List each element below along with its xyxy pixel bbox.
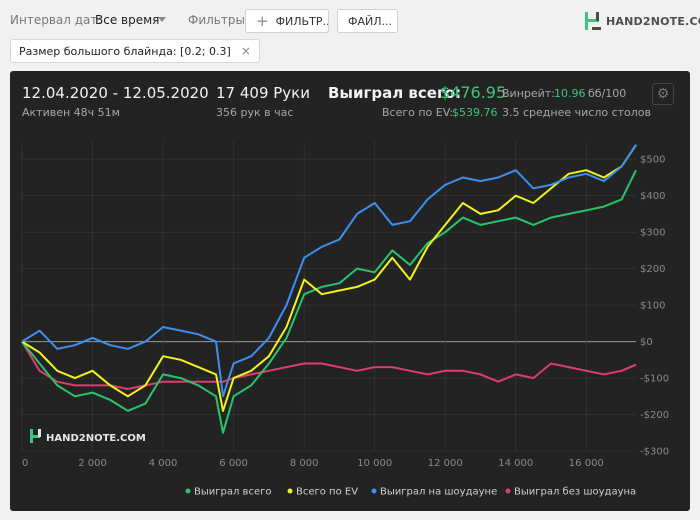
files-button-label: ФАЙЛ... [348,14,392,28]
x-tick-label: 4 000 [149,458,178,469]
y-tick-label: -$200 [640,410,669,421]
date-interval-select[interactable]: Все время [95,13,159,27]
ev-total-value: $539.76 [452,106,498,119]
chart-watermark: HAND2NOTE.COM [30,429,146,444]
chart-grid [21,141,636,452]
y-tick-label: $200 [640,264,665,275]
chevron-down-icon[interactable] [158,17,166,22]
hands-count: 17 409 Руки [216,84,310,102]
winrate-unit: бб/100 [588,87,627,100]
legend-marker-3 [505,488,511,494]
series-line-1 [21,144,637,412]
average-tables: 3.5 среднее число столов [502,106,651,119]
x-axis-ticks: 0 2 000 4 000 6 000 8 000 10 000 12 000 14 000 1… [22,458,604,469]
legend-entry-0[interactable]: Выиграл всего [194,487,271,498]
filter-chip-label: Размер большого блайнда: [0.2; 0.3] [19,44,231,58]
ev-total-label: Всего по EV: [382,106,454,119]
x-tick-label: 2 000 [78,458,107,469]
legend-marker-2 [371,488,377,494]
y-tick-label: $500 [640,155,665,166]
y-tick-label: -$100 [640,374,669,385]
brand-logo: HAND2NOTE.COM [584,10,700,32]
legend-marker-0 [185,488,191,494]
filters-label: Фильтры: [188,13,249,27]
toolbar: Интервал дат: Все время Фильтры: + ФИЛЬТ… [0,0,700,40]
legend-marker-1 [287,488,293,494]
legend-entry-2[interactable]: Выиграл на шоудауне [380,487,497,498]
graph-panel: 12.04.2020 - 12.05.2020 Активен 48ч 51м … [10,71,690,511]
files-button[interactable]: ФАЙЛ... [337,9,398,33]
y-tick-label: $300 [640,228,665,239]
watermark-logo-stem [38,429,41,437]
hands-per-hour: 356 рук в час [216,106,294,119]
plus-icon: + [256,11,269,30]
series-line-3 [21,341,637,390]
legend-entry-3[interactable]: Выиграл без шоудауна [514,487,636,498]
brand-logo-text: HAND2NOTE.COM [606,14,700,28]
y-tick-label: $100 [640,301,665,312]
legend-entry-1[interactable]: Всего по EV [296,487,358,498]
active-time: Активен 48ч 51м [22,106,120,119]
x-tick-label: 8 000 [290,458,319,469]
x-tick-label: 16 000 [569,458,604,469]
series-line-0 [21,169,637,434]
filters-button-label: ФИЛЬТР... [275,14,329,28]
y-axis-ticks: -$300 -$200 -$100 $0 $100 $200 $300 $400 $500 [640,155,669,458]
winrate-value: 10.96 [554,87,586,100]
close-icon[interactable]: × [241,44,251,58]
date-range: 12.04.2020 - 12.05.2020 [22,84,209,102]
y-tick-label: $0 [640,337,653,348]
y-tick-label: $400 [640,191,665,202]
chart-legend: Выиграл всего Всего по EV Выиграл на шоуда… [185,487,636,498]
watermark-text: HAND2NOTE.COM [46,433,146,444]
date-interval-label: Интервал дат: [10,13,102,27]
series-line-2 [21,144,637,398]
x-tick-label: 14 000 [498,458,533,469]
filters-button[interactable]: + ФИЛЬТР... [245,9,329,33]
winrate-label: Винрейт: [502,87,555,100]
hand2note-logo-icon [585,12,601,30]
filter-chip[interactable]: Размер большого блайнда: [0.2; 0.3] × [10,39,260,63]
x-tick-label: 10 000 [357,458,392,469]
graph-chart: -$300 -$200 -$100 $0 $100 $200 $300 $400 $500 0 2… [21,141,669,498]
gear-icon[interactable]: ⚙ [652,83,674,105]
y-tick-label: -$300 [640,447,669,458]
x-tick-label: 0 [22,458,28,469]
won-total-value: $476.95 [440,83,507,102]
x-tick-label: 12 000 [428,458,463,469]
x-tick-label: 6 000 [219,458,248,469]
series-lines [21,144,637,434]
